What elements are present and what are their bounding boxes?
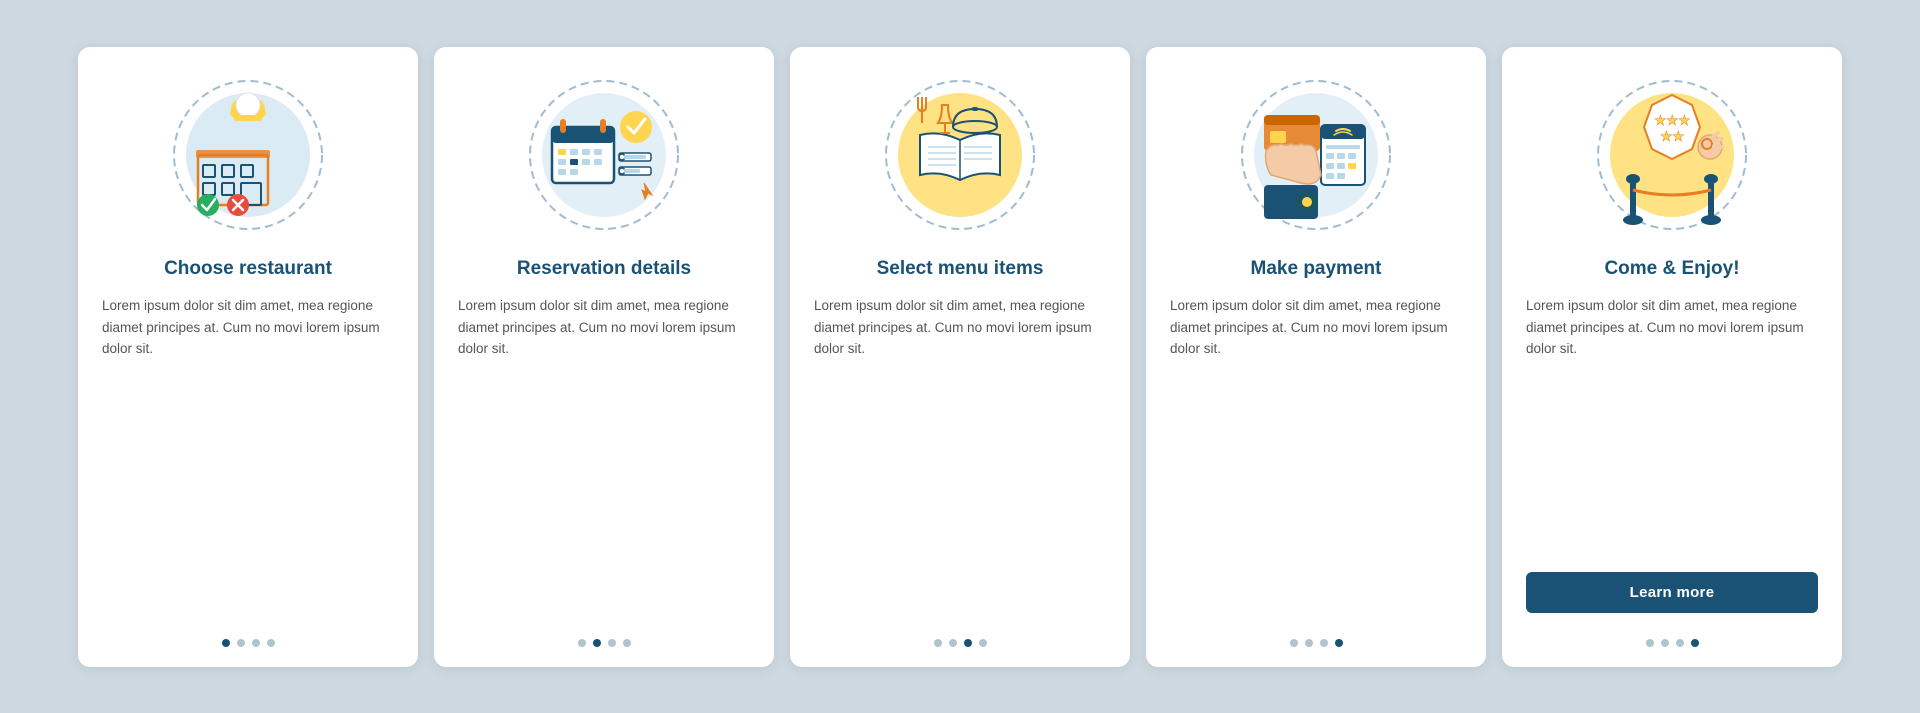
dot — [578, 639, 586, 647]
dot — [1290, 639, 1298, 647]
svg-text:★: ★ — [1678, 112, 1691, 128]
card-select-menu-items: Select menu items Lorem ipsum dolor sit … — [790, 47, 1130, 667]
dot — [1676, 639, 1684, 647]
dot — [964, 639, 972, 647]
card-make-payment: Make payment Lorem ipsum dolor sit dim a… — [1146, 47, 1486, 667]
card-5-title: Come & Enjoy! — [1604, 257, 1739, 282]
dot — [1305, 639, 1313, 647]
card-icon-area-4 — [1236, 75, 1396, 235]
dot — [934, 639, 942, 647]
card-3-body: Lorem ipsum dolor sit dim amet, mea regi… — [814, 295, 1106, 360]
card-1-body: Lorem ipsum dolor sit dim amet, mea regi… — [102, 295, 394, 360]
card-icon-area-3 — [880, 75, 1040, 235]
dot — [267, 639, 275, 647]
come-enjoy-icon: ★ ★ ★ ★ ★ — [1592, 75, 1752, 235]
card-reservation-details: Reservation details Lorem ipsum dolor si… — [434, 47, 774, 667]
make-payment-icon — [1236, 75, 1396, 235]
card-4-dots — [1290, 639, 1343, 647]
card-2-dots — [578, 639, 631, 647]
card-4-title: Make payment — [1251, 257, 1382, 282]
learn-more-button[interactable]: Learn more — [1526, 572, 1818, 613]
card-icon-area-2 — [524, 75, 684, 235]
dot — [593, 639, 601, 647]
dot — [1691, 639, 1699, 647]
choose-restaurant-icon — [168, 75, 328, 235]
dot — [1661, 639, 1669, 647]
dot — [608, 639, 616, 647]
card-come-enjoy: ★ ★ ★ ★ ★ Come & — [1502, 47, 1842, 667]
svg-text:★: ★ — [1666, 112, 1679, 128]
dot — [979, 639, 987, 647]
card-2-title: Reservation details — [517, 257, 691, 282]
card-icon-area-1 — [168, 75, 328, 235]
select-menu-items-icon — [880, 75, 1040, 235]
dot — [252, 639, 260, 647]
reservation-details-icon — [524, 75, 684, 235]
card-1-dots — [222, 639, 275, 647]
dot — [1335, 639, 1343, 647]
card-5-body: Lorem ipsum dolor sit dim amet, mea regi… — [1526, 295, 1818, 360]
svg-text:★: ★ — [1660, 128, 1673, 144]
dot — [1320, 639, 1328, 647]
svg-text:★: ★ — [1672, 128, 1685, 144]
svg-text:★: ★ — [1654, 112, 1667, 128]
dot — [222, 639, 230, 647]
dot — [1646, 639, 1654, 647]
dot — [949, 639, 957, 647]
card-3-title: Select menu items — [877, 257, 1044, 282]
dot — [237, 639, 245, 647]
card-5-dots — [1646, 639, 1699, 647]
dot — [623, 639, 631, 647]
cards-container: Choose restaurant Lorem ipsum dolor sit … — [0, 17, 1920, 697]
card-3-dots — [934, 639, 987, 647]
card-4-body: Lorem ipsum dolor sit dim amet, mea regi… — [1170, 295, 1462, 360]
card-1-title: Choose restaurant — [164, 257, 332, 282]
card-icon-area-5: ★ ★ ★ ★ ★ — [1592, 75, 1752, 235]
card-2-body: Lorem ipsum dolor sit dim amet, mea regi… — [458, 295, 750, 360]
card-choose-restaurant: Choose restaurant Lorem ipsum dolor sit … — [78, 47, 418, 667]
